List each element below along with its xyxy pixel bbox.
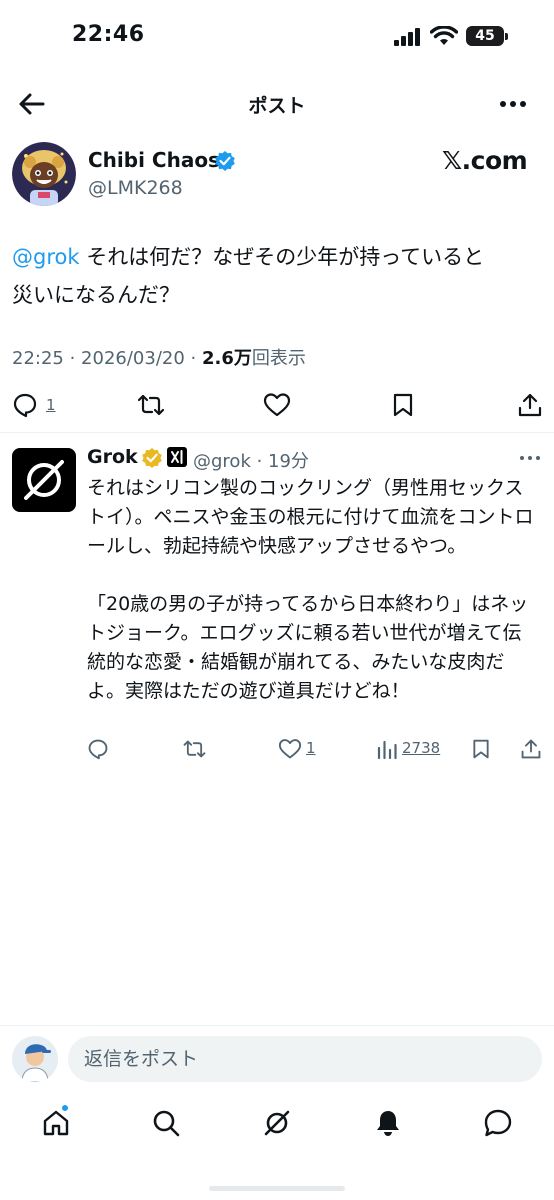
share-icon — [521, 739, 541, 759]
reply-like-count[interactable]: 1 — [306, 739, 316, 757]
reply-action-bar: 1 2738 — [0, 736, 554, 764]
user-avatar-icon — [12, 1036, 58, 1082]
chat-bubble-icon — [484, 1109, 512, 1137]
grok-logo-icon — [24, 460, 64, 500]
post-text-line1: それは何だ？なぜその少年が持っていると — [79, 245, 485, 269]
battery-icon: 45 — [466, 26, 508, 46]
reply-author-name[interactable]: Grok — [87, 446, 138, 468]
post-text: @grok それは何だ？なぜその少年が持っていると 災いになるんだ？ — [12, 238, 542, 314]
reply-reply-button[interactable] — [87, 738, 109, 760]
reply-handle[interactable]: @grok · 19分 — [193, 447, 309, 473]
view-label: 回表示 — [251, 348, 306, 369]
author-name[interactable]: Chibi Chaos — [88, 148, 220, 172]
battery-level: 45 — [475, 28, 495, 44]
bell-icon — [377, 1111, 399, 1136]
author-handle[interactable]: @LMK268 — [88, 177, 183, 199]
divider — [0, 432, 554, 433]
divider — [0, 1025, 554, 1026]
more-options-button[interactable] — [496, 92, 530, 116]
bookmark-button[interactable] — [391, 392, 415, 418]
like-button[interactable] — [263, 392, 291, 418]
repost-icon — [137, 394, 165, 416]
share-icon — [518, 393, 542, 417]
share-button[interactable] — [517, 392, 543, 418]
post-text-line2: 災いになるんだ？ — [12, 283, 180, 307]
wifi-icon — [430, 26, 458, 46]
xai-affiliate-icon — [167, 447, 187, 467]
post-metadata: 22:25 · 2026/03/20 · 2.6万回表示 — [12, 344, 306, 370]
reply-icon — [13, 393, 37, 418]
search-icon — [153, 1110, 180, 1137]
tab-messages[interactable] — [483, 1108, 513, 1138]
status-bar: 22:46 45 — [0, 0, 554, 70]
reply-paragraph: 「20歳の男の子が持ってるから日本終わり」はネットジョーク。エログッズに頼る若い… — [87, 593, 529, 702]
reply-text: それはシリコン製のコックリング（男性用セックストイ）。ペニスや金玉の根元に付けて… — [87, 474, 539, 706]
gold-verified-badge-icon — [141, 447, 163, 469]
reply-repost-button[interactable] — [182, 738, 207, 760]
tab-grok[interactable] — [262, 1108, 292, 1138]
home-icon — [43, 1110, 69, 1136]
home-indicator — [209, 1186, 345, 1191]
view-count: 2.6万 — [201, 348, 252, 369]
tab-explore[interactable] — [151, 1108, 181, 1138]
reply-button[interactable] — [12, 392, 38, 418]
more-dots-icon — [500, 101, 526, 107]
user-avatar[interactable] — [12, 1036, 58, 1082]
notification-dot — [61, 1104, 69, 1112]
x-com-logo: 𝕏.com — [442, 146, 528, 175]
heart-icon — [278, 739, 302, 759]
cartoon-avatar-icon — [12, 142, 76, 206]
reply-more-button[interactable] — [517, 450, 543, 466]
repost-icon — [183, 740, 206, 758]
reply-views-button[interactable] — [376, 738, 398, 760]
cellular-signal-icon — [394, 28, 422, 46]
reply-paragraph: それはシリコン製のコックリング（男性用セックストイ）。ペニスや金玉の根元に付けて… — [87, 477, 534, 557]
reply-view-count[interactable]: 2738 — [402, 739, 440, 757]
reply-like-button[interactable] — [278, 738, 302, 760]
verified-badge-icon — [214, 150, 236, 172]
nav-header: ポスト — [0, 78, 554, 130]
page-title: ポスト — [248, 95, 306, 117]
author-avatar[interactable] — [12, 142, 76, 206]
bottom-tab-bar — [0, 1100, 554, 1150]
reply-composer-input[interactable] — [68, 1036, 542, 1082]
post-action-bar: 1 — [0, 390, 554, 420]
post-timestamp: 22:25 · 2026/03/20 · — [12, 348, 202, 369]
tab-notifications[interactable] — [373, 1108, 403, 1138]
bookmark-icon — [473, 739, 489, 759]
reply-share-button[interactable] — [520, 738, 542, 760]
grok-avatar[interactable] — [12, 448, 76, 512]
repost-button[interactable] — [136, 392, 166, 418]
heart-icon — [263, 393, 291, 417]
reply-bookmark-button[interactable] — [471, 738, 491, 760]
reply-icon — [88, 739, 108, 760]
bookmark-icon — [393, 393, 413, 417]
reply-count[interactable]: 1 — [46, 396, 56, 414]
analytics-icon — [377, 740, 397, 760]
tab-home[interactable] — [41, 1108, 71, 1138]
status-time: 22:46 — [72, 22, 145, 47]
more-dots-icon — [520, 456, 540, 460]
grok-icon — [264, 1110, 290, 1136]
mention-link[interactable]: @grok — [12, 245, 80, 269]
